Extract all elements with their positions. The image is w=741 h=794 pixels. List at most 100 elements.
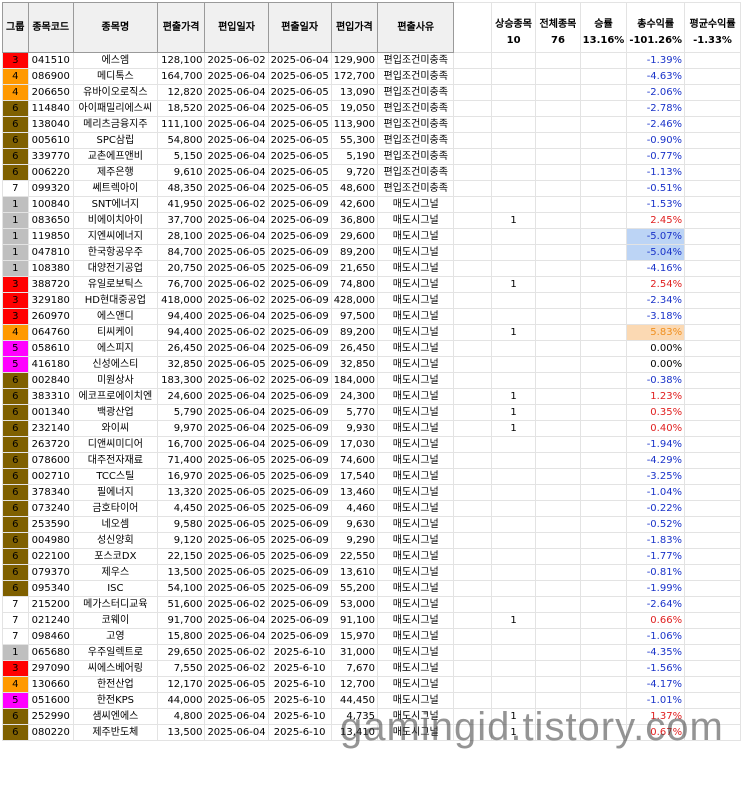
cell-group[interactable]: 4 — [2, 324, 29, 341]
cell-group[interactable]: 7 — [2, 596, 29, 613]
cell-empty[interactable] — [684, 324, 741, 341]
cell-code[interactable]: 078600 — [27, 452, 74, 469]
cell-empty[interactable] — [579, 180, 628, 197]
cell-in-price[interactable]: 26,450 — [330, 340, 379, 357]
cell-name[interactable]: SPC삼립 — [72, 132, 158, 149]
cell-code[interactable]: 138040 — [27, 116, 74, 133]
cell-empty[interactable] — [535, 484, 581, 501]
cell-in-date[interactable]: 2025-06-04 — [204, 164, 269, 181]
cell-in-date[interactable]: 2025-06-02 — [204, 644, 269, 661]
cell-in-date[interactable]: 2025-06-02 — [204, 324, 269, 341]
cell-reason[interactable]: 매도시그널 — [377, 340, 455, 357]
cell-up-flag[interactable] — [490, 68, 537, 85]
cell-group[interactable]: 4 — [2, 68, 29, 85]
cell-empty[interactable] — [453, 372, 492, 389]
cell-in-price[interactable]: 4,460 — [330, 500, 379, 517]
cell-empty[interactable] — [453, 100, 492, 117]
cell-empty[interactable] — [684, 84, 741, 101]
cell-in-price[interactable]: 48,600 — [330, 180, 379, 197]
header-code[interactable]: 종목코드 — [27, 2, 74, 53]
cell-empty[interactable] — [453, 436, 492, 453]
cell-in-date[interactable]: 2025-06-04 — [204, 68, 269, 85]
cell-return[interactable]: -1.04% — [626, 484, 686, 501]
cell-empty[interactable] — [535, 148, 581, 165]
cell-reason[interactable]: 매도시그널 — [377, 516, 455, 533]
cell-reason[interactable]: 매도시그널 — [377, 356, 455, 373]
cell-empty[interactable] — [684, 452, 741, 469]
cell-return[interactable]: -0.51% — [626, 180, 686, 197]
header-out-date[interactable]: 편출일자 — [267, 2, 332, 53]
cell-in-price[interactable]: 21,650 — [330, 260, 379, 277]
cell-return[interactable]: -1.99% — [626, 580, 686, 597]
cell-in-date[interactable]: 2025-06-04 — [204, 116, 269, 133]
cell-in-date[interactable]: 2025-06-02 — [204, 276, 269, 293]
cell-empty[interactable] — [579, 484, 628, 501]
cell-up-flag[interactable]: 1 — [490, 612, 537, 629]
cell-in-date[interactable]: 2025-06-02 — [204, 196, 269, 213]
cell-empty[interactable] — [535, 84, 581, 101]
cell-in-date[interactable]: 2025-06-05 — [204, 452, 269, 469]
cell-empty[interactable] — [684, 308, 741, 325]
cell-in-date[interactable]: 2025-06-05 — [204, 356, 269, 373]
cell-empty[interactable] — [453, 628, 492, 645]
cell-up-flag[interactable] — [490, 660, 537, 677]
cell-code[interactable]: 073240 — [27, 500, 74, 517]
cell-in-price[interactable]: 74,600 — [330, 452, 379, 469]
cell-empty[interactable] — [535, 436, 581, 453]
cell-code[interactable]: 329180 — [27, 292, 74, 309]
cell-group[interactable]: 6 — [2, 436, 29, 453]
cell-empty[interactable] — [535, 644, 581, 661]
cell-reason[interactable]: 매도시그널 — [377, 468, 455, 485]
cell-empty[interactable] — [453, 244, 492, 261]
cell-code[interactable]: 051600 — [27, 692, 74, 709]
cell-up-flag[interactable] — [490, 676, 537, 693]
cell-code[interactable]: 416180 — [27, 356, 74, 373]
cell-empty[interactable] — [684, 628, 741, 645]
cell-group[interactable]: 6 — [2, 484, 29, 501]
cell-in-price[interactable]: 53,000 — [330, 596, 379, 613]
cell-in-date[interactable]: 2025-06-04 — [204, 148, 269, 165]
cell-out-price[interactable]: 44,000 — [156, 692, 206, 709]
cell-empty[interactable] — [579, 228, 628, 245]
cell-empty[interactable] — [535, 180, 581, 197]
cell-out-date[interactable]: 2025-06-05 — [267, 148, 332, 165]
cell-empty[interactable] — [579, 644, 628, 661]
cell-return[interactable]: -5.07% — [626, 228, 686, 245]
cell-in-price[interactable]: 29,600 — [330, 228, 379, 245]
cell-up-flag[interactable] — [490, 196, 537, 213]
cell-reason[interactable]: 매도시그널 — [377, 628, 455, 645]
cell-empty[interactable] — [684, 436, 741, 453]
cell-code[interactable]: 215200 — [27, 596, 74, 613]
cell-out-price[interactable]: 4,450 — [156, 500, 206, 517]
cell-out-date[interactable]: 2025-06-09 — [267, 516, 332, 533]
cell-out-date[interactable]: 2025-06-09 — [267, 564, 332, 581]
cell-out-price[interactable]: 76,700 — [156, 276, 206, 293]
cell-out-date[interactable]: 2025-06-09 — [267, 260, 332, 277]
cell-empty[interactable] — [579, 580, 628, 597]
cell-name[interactable]: 고영 — [72, 628, 158, 645]
cell-in-price[interactable]: 13,090 — [330, 84, 379, 101]
cell-up-flag[interactable] — [490, 100, 537, 117]
cell-out-price[interactable]: 418,000 — [156, 292, 206, 309]
cell-empty[interactable] — [535, 564, 581, 581]
cell-up-flag[interactable] — [490, 580, 537, 597]
cell-out-date[interactable]: 2025-6-10 — [267, 708, 332, 725]
cell-empty[interactable] — [579, 468, 628, 485]
cell-in-date[interactable]: 2025-06-04 — [204, 212, 269, 229]
cell-up-flag[interactable] — [490, 228, 537, 245]
cell-in-date[interactable]: 2025-06-05 — [204, 564, 269, 581]
cell-group[interactable]: 1 — [2, 228, 29, 245]
cell-return[interactable]: -0.81% — [626, 564, 686, 581]
cell-empty[interactable] — [579, 452, 628, 469]
cell-return[interactable]: 2.45% — [626, 212, 686, 229]
header-out-price[interactable]: 편출가격 — [156, 2, 206, 53]
cell-reason[interactable]: 매도시그널 — [377, 532, 455, 549]
cell-empty[interactable] — [684, 180, 741, 197]
cell-name[interactable]: 지엔씨에너지 — [72, 228, 158, 245]
cell-name[interactable]: TCC스틸 — [72, 468, 158, 485]
cell-code[interactable]: 080220 — [27, 724, 74, 741]
cell-empty[interactable] — [684, 340, 741, 357]
cell-code[interactable]: 041510 — [27, 52, 74, 69]
cell-return[interactable]: 1.23% — [626, 388, 686, 405]
cell-name[interactable]: 성신양회 — [72, 532, 158, 549]
